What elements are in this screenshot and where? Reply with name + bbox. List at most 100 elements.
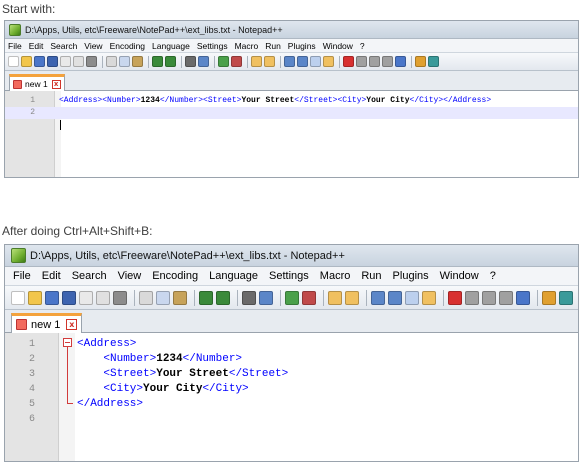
save-macro-icon[interactable]	[516, 290, 530, 305]
menu-window[interactable]: Window	[323, 41, 353, 51]
close-icon[interactable]	[79, 290, 93, 305]
play-macro-icon[interactable]	[482, 290, 496, 305]
title-bar[interactable]: D:\Apps, Utils, etc\Freeware\NotePad++\e…	[5, 21, 578, 39]
menu-settings[interactable]: Settings	[269, 270, 309, 282]
redo-icon[interactable]	[165, 56, 176, 67]
paste-icon[interactable]	[173, 290, 187, 305]
zoom-in-icon[interactable]	[218, 56, 229, 67]
menu-encoding[interactable]: Encoding	[110, 41, 145, 51]
show-all-chars-icon[interactable]	[297, 56, 308, 67]
sync-horizontal-icon[interactable]	[345, 290, 359, 305]
toolbar-separator	[323, 289, 324, 306]
menu-file[interactable]: File	[13, 270, 31, 282]
launch-browser-icon[interactable]	[415, 56, 426, 67]
menu-plugins[interactable]: Plugins	[393, 270, 429, 282]
tab-new-1[interactable]: new 1 x	[9, 74, 65, 91]
zoom-out-icon[interactable]	[231, 56, 242, 67]
close-all-icon[interactable]	[96, 290, 110, 305]
menu-plugins[interactable]: Plugins	[288, 41, 316, 51]
undo-icon[interactable]	[199, 290, 213, 305]
save-all-icon[interactable]	[62, 290, 76, 305]
find-icon[interactable]	[242, 290, 256, 305]
menu-encoding[interactable]: Encoding	[152, 270, 198, 282]
menu-settings[interactable]: Settings	[197, 41, 228, 51]
record-macro-icon[interactable]	[343, 56, 354, 67]
show-all-chars-icon[interactable]	[388, 290, 402, 305]
menu-window[interactable]: Window	[440, 270, 479, 282]
save-icon[interactable]	[45, 290, 59, 305]
title-bar[interactable]: D:\Apps, Utils, etc\Freeware\NotePad++\e…	[5, 245, 578, 267]
menu-language[interactable]: Language	[152, 41, 190, 51]
save-icon[interactable]	[34, 56, 45, 67]
indent-guide-icon[interactable]	[310, 56, 321, 67]
notepad-window-after: D:\Apps, Utils, etc\Freeware\NotePad++\e…	[4, 244, 579, 462]
save-macro-icon[interactable]	[395, 56, 406, 67]
menu-edit[interactable]: Edit	[42, 270, 61, 282]
menu-view[interactable]: View	[118, 270, 142, 282]
zoom-in-icon[interactable]	[285, 290, 299, 305]
close-all-icon[interactable]	[73, 56, 84, 67]
print-icon[interactable]	[86, 56, 97, 67]
menu-search[interactable]: Search	[50, 41, 77, 51]
launch-browser-icon[interactable]	[542, 290, 556, 305]
editor-area[interactable]: 1 <Address><Number>1234</Number><Street>…	[5, 91, 578, 177]
code-text: </Address>	[77, 398, 144, 410]
replace-icon[interactable]	[198, 56, 209, 67]
replace-icon[interactable]	[259, 290, 273, 305]
stop-record-icon[interactable]	[356, 56, 367, 67]
stop-record-icon[interactable]	[465, 290, 479, 305]
menu-help[interactable]: ?	[360, 41, 365, 51]
menu-search[interactable]: Search	[72, 270, 107, 282]
sync-vertical-icon[interactable]	[251, 56, 262, 67]
indent-guide-icon[interactable]	[405, 290, 419, 305]
tab-close-icon[interactable]: x	[66, 319, 78, 330]
copy-icon[interactable]	[156, 290, 170, 305]
redo-icon[interactable]	[216, 290, 230, 305]
save-all-icon[interactable]	[47, 56, 58, 67]
print-icon[interactable]	[113, 290, 127, 305]
sync-horizontal-icon[interactable]	[264, 56, 275, 67]
editor-area[interactable]: 1 <Address> 2 <Number>1234</Number> 3 <Stre…	[5, 333, 578, 461]
menu-run[interactable]: Run	[361, 270, 381, 282]
menu-edit[interactable]: Edit	[29, 41, 44, 51]
undo-icon[interactable]	[152, 56, 163, 67]
word-wrap-icon[interactable]	[371, 290, 385, 305]
sync-vertical-icon[interactable]	[328, 290, 342, 305]
run-macro-multiple-icon[interactable]	[382, 56, 393, 67]
play-macro-icon[interactable]	[369, 56, 380, 67]
menu-help[interactable]: ?	[490, 270, 496, 282]
zoom-out-icon[interactable]	[302, 290, 316, 305]
toolbar-separator	[280, 289, 281, 306]
user-lang-icon[interactable]	[323, 56, 334, 67]
record-macro-icon[interactable]	[448, 290, 462, 305]
find-icon[interactable]	[185, 56, 196, 67]
new-file-icon[interactable]	[11, 290, 25, 305]
cut-icon[interactable]	[139, 290, 153, 305]
new-file-icon[interactable]	[8, 56, 19, 67]
menu-file[interactable]: File	[8, 41, 22, 51]
tab-bar: new 1 x	[5, 71, 578, 91]
toolbar	[5, 53, 578, 71]
menu-run[interactable]: Run	[265, 41, 281, 51]
code-text: <Street>Your Street</Street>	[103, 368, 289, 380]
close-icon[interactable]	[60, 56, 71, 67]
run-macro-multiple-icon[interactable]	[499, 290, 513, 305]
spell-check-icon[interactable]	[559, 290, 573, 305]
tab-new-1[interactable]: new 1 x	[11, 313, 83, 333]
code-line: 4 <City>Your City</City>	[5, 382, 578, 397]
menu-language[interactable]: Language	[209, 270, 258, 282]
tab-label: new 1	[25, 79, 48, 89]
user-lang-icon[interactable]	[422, 290, 436, 305]
open-file-icon[interactable]	[28, 290, 42, 305]
menu-view[interactable]: View	[84, 41, 102, 51]
open-file-icon[interactable]	[21, 56, 32, 67]
toolbar-separator	[194, 289, 195, 306]
tab-close-icon[interactable]: x	[51, 79, 61, 89]
cut-icon[interactable]	[106, 56, 117, 67]
paste-icon[interactable]	[132, 56, 143, 67]
copy-icon[interactable]	[119, 56, 130, 67]
spell-check-icon[interactable]	[428, 56, 439, 67]
word-wrap-icon[interactable]	[284, 56, 295, 67]
menu-macro[interactable]: Macro	[235, 41, 259, 51]
menu-macro[interactable]: Macro	[320, 270, 351, 282]
